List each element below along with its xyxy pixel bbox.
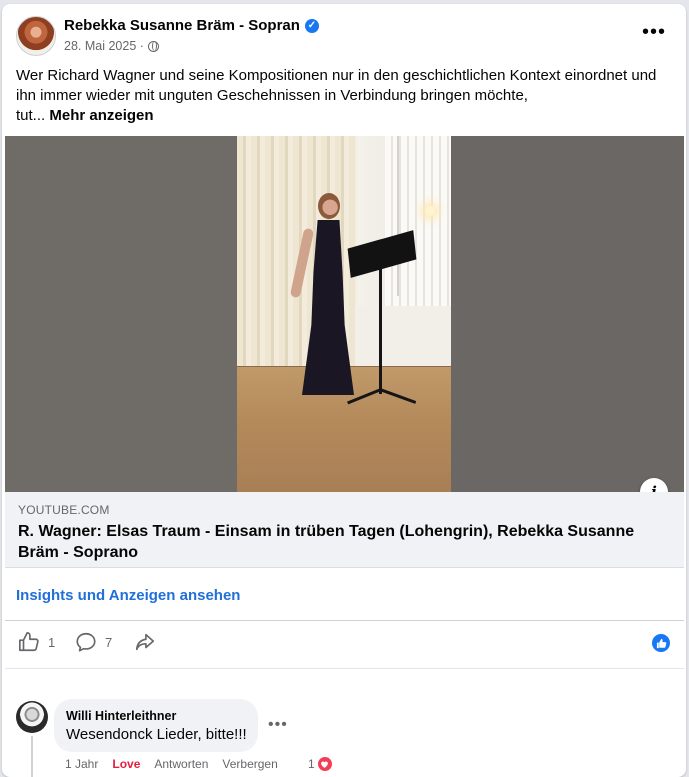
post-text: Wer Richard Wagner und seine Komposition… xyxy=(16,66,676,126)
post-header: Rebekka Susanne Bräm - Sopran ✓ 28. Mai … xyxy=(2,4,686,64)
post-card: Rebekka Susanne Bräm - Sopran ✓ 28. Mai … xyxy=(2,4,686,777)
commenter-avatar[interactable] xyxy=(16,701,48,733)
link-domain: YOUTUBE.COM xyxy=(18,503,110,517)
comment-button[interactable]: 7 xyxy=(75,631,112,653)
heart-icon xyxy=(316,756,333,772)
letterbox-left xyxy=(5,136,237,492)
insights-link[interactable]: Insights und Anzeigen ansehen xyxy=(16,587,240,604)
comment-hide-button[interactable]: Verbergen xyxy=(222,757,277,771)
comment-actions: 1 Jahr Love Antworten Verbergen xyxy=(65,757,278,771)
post-text-line: Wer Richard Wagner und seine Komposition… xyxy=(16,67,657,84)
post-text-line: tut... xyxy=(16,107,46,124)
post-date[interactable]: 28. Mai 2025 · xyxy=(64,39,144,53)
author-name-text[interactable]: Rebekka Susanne Bräm - Sopran xyxy=(64,17,300,34)
like-count: 1 xyxy=(48,634,56,650)
singer-head xyxy=(318,193,340,219)
link-preview[interactable]: YOUTUBE.COM R. Wagner: Elsas Traum - Ein… xyxy=(5,492,684,568)
video-frame xyxy=(237,136,451,492)
thread-line xyxy=(31,736,33,777)
post-meta: 28. Mai 2025 · xyxy=(64,39,159,53)
divider xyxy=(5,668,684,669)
comment-bubble: Willi Hinterleithner Wesendonck Lieder, … xyxy=(54,699,258,752)
share-button[interactable] xyxy=(134,631,156,653)
comment-reply-button[interactable]: Antworten xyxy=(154,757,208,771)
comment-time[interactable]: 1 Jahr xyxy=(65,757,98,771)
music-stand-pole xyxy=(379,264,382,394)
divider xyxy=(5,620,684,621)
window xyxy=(397,136,451,296)
see-more-link[interactable]: Mehr anzeigen xyxy=(49,107,153,124)
author-name[interactable]: Rebekka Susanne Bräm - Sopran ✓ xyxy=(64,17,319,34)
comment-reaction-count[interactable]: 1 xyxy=(308,756,333,772)
letterbox-right xyxy=(451,136,684,492)
comment-love-button[interactable]: Love xyxy=(112,757,140,771)
verified-badge-icon: ✓ xyxy=(304,18,319,33)
share-icon xyxy=(135,633,155,651)
more-options-button[interactable]: ••• xyxy=(642,22,666,42)
comment-options-button[interactable]: ••• xyxy=(268,716,288,734)
link-title[interactable]: R. Wagner: Elsas Traum - Einsam in trübe… xyxy=(18,521,658,563)
comment-icon xyxy=(76,632,96,652)
comment-count: 7 xyxy=(105,634,113,650)
like-button[interactable]: 1 xyxy=(18,631,55,653)
reaction-like-icon[interactable] xyxy=(652,634,670,652)
thumbs-up-icon xyxy=(19,632,39,652)
globe-icon xyxy=(147,40,159,52)
wall-lamp xyxy=(425,206,435,216)
post-text-line: ihn immer wieder mit unguten Geschehniss… xyxy=(16,87,528,104)
comment-text: Wesendonck Lieder, bitte!!! xyxy=(66,726,247,743)
commenter-name[interactable]: Willi Hinterleithner xyxy=(66,709,176,723)
comment-reaction-number: 1 xyxy=(308,757,315,771)
thumbs-up-icon xyxy=(656,638,666,648)
video-thumbnail[interactable] xyxy=(5,136,684,492)
author-avatar[interactable] xyxy=(16,16,56,56)
